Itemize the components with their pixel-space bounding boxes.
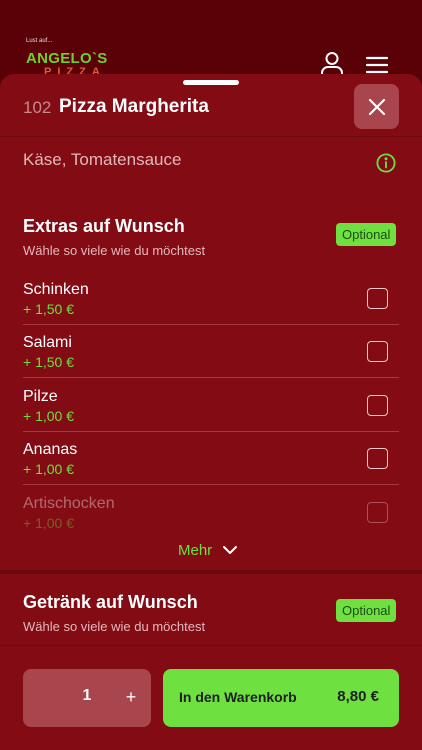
- option-name: Schinken: [23, 281, 89, 298]
- option-price: + 1,50 €: [23, 354, 74, 370]
- option-checkbox[interactable]: [367, 502, 388, 523]
- option-divider: [23, 484, 399, 485]
- extra-option-pilze[interactable]: Pilze + 1,00 €: [23, 379, 399, 432]
- product-title: Pizza Margherita: [59, 96, 209, 117]
- quantity-stepper: 1 +: [23, 669, 151, 727]
- show-more-button[interactable]: Mehr: [178, 540, 238, 560]
- option-price: + 1,50 €: [23, 301, 74, 317]
- show-more-label: Mehr: [178, 541, 213, 559]
- extra-option-ananas[interactable]: Ananas + 1,00 €: [23, 432, 399, 485]
- section-divider: [0, 570, 422, 574]
- extras-section-header: Extras auf Wunsch Wähle so viele wie du …: [0, 216, 422, 266]
- product-header: 102 Pizza Margherita: [0, 84, 422, 140]
- logo-tagline: Lust auf...: [26, 38, 53, 44]
- option-price: + 1,00 €: [23, 408, 74, 424]
- footer-divider: [0, 645, 422, 646]
- info-icon[interactable]: [376, 153, 396, 173]
- option-checkbox[interactable]: [367, 448, 388, 469]
- drinks-section-header: Getränk auf Wunsch Wähle so viele wie du…: [0, 592, 422, 642]
- chevron-down-icon: [223, 546, 238, 554]
- extra-option-salami[interactable]: Salami + 1,50 €: [23, 325, 399, 378]
- option-divider: [23, 377, 399, 378]
- quantity-value: 1: [82, 687, 92, 704]
- option-checkbox[interactable]: [367, 395, 388, 416]
- product-sheet: 102 Pizza Margherita Käse, Tomatensauce …: [0, 74, 422, 750]
- close-icon: [368, 98, 385, 115]
- option-name: Artischocken: [23, 495, 115, 512]
- option-price: + 1,00 €: [23, 461, 74, 477]
- option-name: Pilze: [23, 388, 58, 405]
- increment-button[interactable]: +: [119, 683, 143, 711]
- option-checkbox[interactable]: [367, 341, 388, 362]
- drinks-title: Getränk auf Wunsch: [23, 592, 198, 612]
- cart-total-price: 8,80 €: [337, 688, 379, 705]
- extras-subtitle: Wähle so viele wie du möchtest: [23, 243, 206, 258]
- extra-option-schinken[interactable]: Schinken + 1,50 €: [23, 272, 399, 325]
- extras-optional-badge: Optional: [336, 223, 397, 246]
- drinks-subtitle: Wähle so viele wie du möchtest: [23, 619, 206, 634]
- extras-title: Extras auf Wunsch: [23, 216, 185, 236]
- option-name: Salami: [23, 334, 72, 351]
- option-price: + 1,00 €: [23, 515, 74, 531]
- header-divider: [0, 136, 422, 137]
- option-name: Ananas: [23, 441, 78, 458]
- drinks-optional-badge: Optional: [336, 599, 397, 622]
- extra-option-artischocken[interactable]: Artischocken + 1,00 €: [23, 486, 399, 539]
- add-to-cart-label: In den Warenkorb: [179, 689, 297, 705]
- item-number: 102: [23, 98, 52, 117]
- option-checkbox[interactable]: [367, 288, 388, 309]
- add-to-cart-button[interactable]: In den Warenkorb 8,80 €: [163, 669, 399, 727]
- close-button[interactable]: [354, 84, 399, 129]
- product-description: Käse, Tomatensauce: [23, 150, 182, 169]
- logo-name: ANGELO`S: [26, 50, 108, 67]
